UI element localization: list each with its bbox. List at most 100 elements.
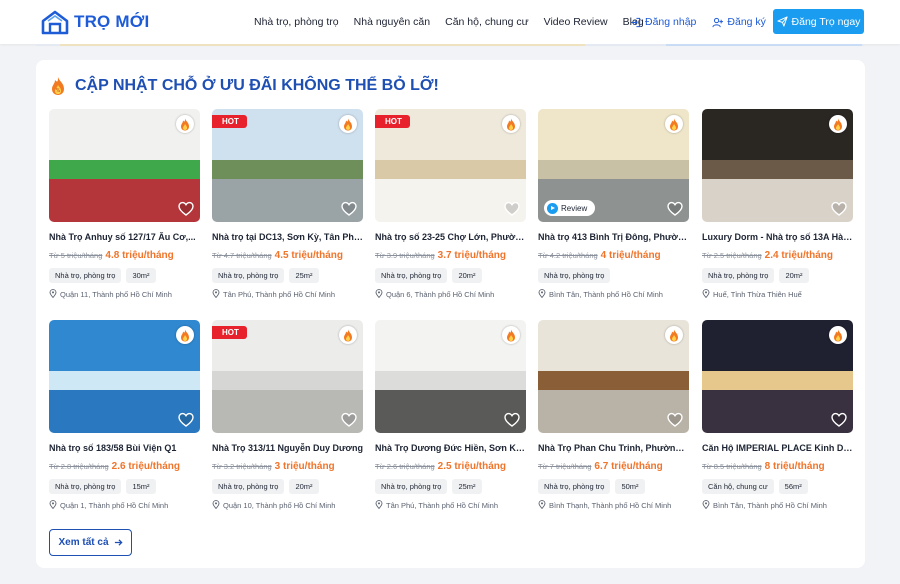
view-all-label: Xem tất cả bbox=[58, 537, 109, 548]
listing-photo[interactable] bbox=[702, 320, 853, 433]
listing-photo[interactable] bbox=[375, 320, 526, 433]
logo[interactable]: TRỌ MỚI bbox=[40, 9, 149, 35]
price-old: Từ 3.9 triệu/tháng bbox=[375, 251, 435, 260]
listing-card[interactable]: Nhà Trọ Phan Chu Trinh, Phường 24,... Từ … bbox=[538, 320, 689, 511]
listing-title[interactable]: Nhà Trọ Anhuy số 127/17 Âu Cơ,... bbox=[49, 232, 200, 242]
listing-tag: 56m² bbox=[778, 479, 808, 494]
fire-badge-icon bbox=[665, 326, 683, 344]
listing-tag: 15m² bbox=[126, 479, 156, 494]
favorite-heart-icon[interactable] bbox=[341, 201, 357, 217]
listing-title[interactable]: Nhà Trọ Dương Đức Hiền, Sơn Kỳ, Tâ... bbox=[375, 443, 526, 453]
price-old: Từ 3.2 triệu/tháng bbox=[212, 462, 272, 471]
favorite-heart-icon[interactable] bbox=[504, 412, 520, 428]
nav-item-nha-tro[interactable]: Nhà trọ, phòng trọ bbox=[254, 16, 339, 28]
send-icon bbox=[776, 16, 788, 27]
fire-badge-icon bbox=[829, 115, 847, 133]
favorite-heart-icon[interactable] bbox=[831, 412, 847, 428]
listing-tag: 50m² bbox=[615, 479, 645, 494]
listing-tag: Nhà trọ, phòng trọ bbox=[702, 268, 775, 283]
listing-tags: Nhà trọ, phòng trọ 50m² bbox=[538, 479, 689, 494]
location-text: Tân Phú, Thành phố Hồ Chí Minh bbox=[386, 501, 499, 510]
listing-photo[interactable] bbox=[49, 320, 200, 433]
listing-title[interactable]: Căn Hộ IMPERIAL PLACE Kinh Dươn... bbox=[702, 443, 853, 453]
post-listing-button[interactable]: Đăng Trọ ngay bbox=[773, 9, 864, 34]
favorite-heart-icon[interactable] bbox=[667, 412, 683, 428]
favorite-heart-icon[interactable] bbox=[831, 201, 847, 217]
listing-photo[interactable]: HOT bbox=[212, 320, 363, 433]
section-header: % CẬP NHẬT CHỖ Ở ƯU ĐÃI KHÔNG THỂ BỎ LỠ! bbox=[49, 75, 439, 97]
listing-photo[interactable]: Review bbox=[538, 109, 689, 222]
location-pin-icon bbox=[212, 289, 223, 300]
hot-badge: HOT bbox=[212, 115, 247, 128]
listing-tag: 20m² bbox=[452, 268, 482, 283]
listing-location: Tân Phú, Thành phố Hồ Chí Minh bbox=[375, 500, 526, 511]
listing-tags: Nhà trọ, phòng trọ 15m² bbox=[49, 479, 200, 494]
listing-photo[interactable] bbox=[49, 109, 200, 222]
deals-section: % CẬP NHẬT CHỖ Ở ƯU ĐÃI KHÔNG THỂ BỎ LỠ!… bbox=[36, 60, 865, 568]
fire-badge-icon bbox=[665, 115, 683, 133]
listing-card[interactable]: Nhà Trọ Anhuy số 127/17 Âu Cơ,... Từ 5 tr… bbox=[49, 109, 200, 300]
nav-item-nha-nguyen-can[interactable]: Nhà nguyên căn bbox=[354, 16, 430, 28]
arrow-right-icon bbox=[114, 539, 123, 546]
price-old: Từ 4.7 triệu/tháng bbox=[212, 251, 272, 260]
favorite-heart-icon[interactable] bbox=[667, 201, 683, 217]
register-link[interactable]: Đăng ký bbox=[712, 16, 766, 28]
favorite-heart-icon[interactable] bbox=[178, 412, 194, 428]
price-old-value: 7 triệu/tháng bbox=[549, 462, 592, 471]
favorite-heart-icon[interactable] bbox=[504, 201, 520, 217]
listing-card[interactable]: Nhà trọ số 183/58 Bùi Viện Q1 Từ 2.8 triệ… bbox=[49, 320, 200, 511]
listing-card[interactable]: Nhà Trọ Dương Đức Hiền, Sơn Kỳ, Tâ... Từ … bbox=[375, 320, 526, 511]
price-old-value: 3.9 triệu/tháng bbox=[386, 251, 435, 260]
listing-photo[interactable]: HOT bbox=[212, 109, 363, 222]
review-badge[interactable]: Review bbox=[544, 200, 596, 216]
listing-title[interactable]: Nhà trọ số 23-25 Chợ Lớn, Phường 1... bbox=[375, 232, 526, 242]
main-nav: Nhà trọ, phòng trọ Nhà nguyên căn Căn hộ… bbox=[254, 0, 659, 44]
listing-card[interactable]: Căn Hộ IMPERIAL PLACE Kinh Dươn... Từ 8.5… bbox=[702, 320, 853, 511]
listing-price: Từ 3.2 triệu/tháng 3 triệu/tháng bbox=[212, 461, 363, 472]
listing-card[interactable]: HOT Nhà trọ tại DC13, Sơn Kỳ, Tân Phú, H.… bbox=[212, 109, 363, 300]
favorite-heart-icon[interactable] bbox=[178, 201, 194, 217]
listing-location: Huế, Tỉnh Thừa Thiên Huế bbox=[702, 289, 853, 300]
price-old-value: 4.2 triệu/tháng bbox=[549, 251, 598, 260]
listing-card[interactable]: HOT Nhà trọ số 23-25 Chợ Lớn, Phường 1...… bbox=[375, 109, 526, 300]
listing-photo[interactable] bbox=[702, 109, 853, 222]
price-new: 3 triệu/tháng bbox=[274, 461, 335, 472]
listing-photo[interactable] bbox=[538, 320, 689, 433]
listing-photo[interactable]: HOT bbox=[375, 109, 526, 222]
nav-item-video-review[interactable]: Video Review bbox=[544, 16, 608, 28]
listing-title[interactable]: Luxury Dorm - Nhà trọ số 13A Hàn... bbox=[702, 232, 853, 242]
price-new: 4.8 triệu/tháng bbox=[105, 250, 174, 261]
price-new: 4.5 triệu/tháng bbox=[274, 250, 344, 261]
listing-location: Bình Tân, Thành phố Hồ Chí Minh bbox=[702, 500, 853, 511]
location-pin-icon bbox=[702, 289, 713, 300]
view-all-button[interactable]: Xem tất cả bbox=[49, 529, 132, 556]
listing-title[interactable]: Nhà trọ tại DC13, Sơn Kỳ, Tân Phú, H... bbox=[212, 232, 363, 242]
listing-title[interactable]: Nhà Trọ Phan Chu Trinh, Phường 24,... bbox=[538, 443, 689, 453]
listing-card[interactable]: HOT Nhà Trọ 313/11 Nguyễn Duy Dương Từ 3.2… bbox=[212, 320, 363, 511]
listing-location: Quận 11, Thành phố Hồ Chí Minh bbox=[49, 289, 200, 300]
location-text: Quận 11, Thành phố Hồ Chí Minh bbox=[60, 290, 172, 299]
login-link[interactable]: Đăng nhập bbox=[630, 16, 696, 28]
price-old-value: 2.6 triệu/tháng bbox=[386, 462, 435, 471]
nav-item-can-ho[interactable]: Căn hộ, chung cư bbox=[445, 16, 529, 28]
hot-badge: HOT bbox=[375, 115, 410, 128]
user-plus-icon bbox=[712, 17, 724, 27]
listing-tag: 20m² bbox=[289, 479, 319, 494]
login-icon bbox=[630, 17, 641, 27]
listing-title[interactable]: Nhà trọ số 183/58 Bùi Viện Q1 bbox=[49, 443, 200, 453]
price-old-value: 8.5 triệu/tháng bbox=[713, 462, 762, 471]
price-prefix: Từ bbox=[702, 462, 712, 471]
listing-location: Tân Phú, Thành phố Hồ Chí Minh bbox=[212, 289, 363, 300]
price-old: Từ 2.5 triệu/tháng bbox=[702, 251, 762, 260]
listing-title[interactable]: Nhà Trọ 313/11 Nguyễn Duy Dương bbox=[212, 443, 363, 453]
price-old-value: 2.8 triệu/tháng bbox=[60, 462, 109, 471]
listing-card[interactable]: Review Nhà trọ 413 Bình Trị Đông, Phường.… bbox=[538, 109, 689, 300]
fire-badge-icon bbox=[339, 115, 357, 133]
price-prefix: Từ bbox=[375, 462, 385, 471]
price-new: 2.6 triệu/tháng bbox=[111, 461, 181, 472]
listing-card[interactable]: Luxury Dorm - Nhà trọ số 13A Hàn... Từ 2.… bbox=[702, 109, 853, 300]
listing-title[interactable]: Nhà trọ 413 Bình Trị Đông, Phường... bbox=[538, 232, 689, 242]
favorite-heart-icon[interactable] bbox=[341, 412, 357, 428]
location-pin-icon bbox=[375, 289, 386, 300]
listing-location: Bình Tân, Thành phố Hồ Chí Minh bbox=[538, 289, 689, 300]
